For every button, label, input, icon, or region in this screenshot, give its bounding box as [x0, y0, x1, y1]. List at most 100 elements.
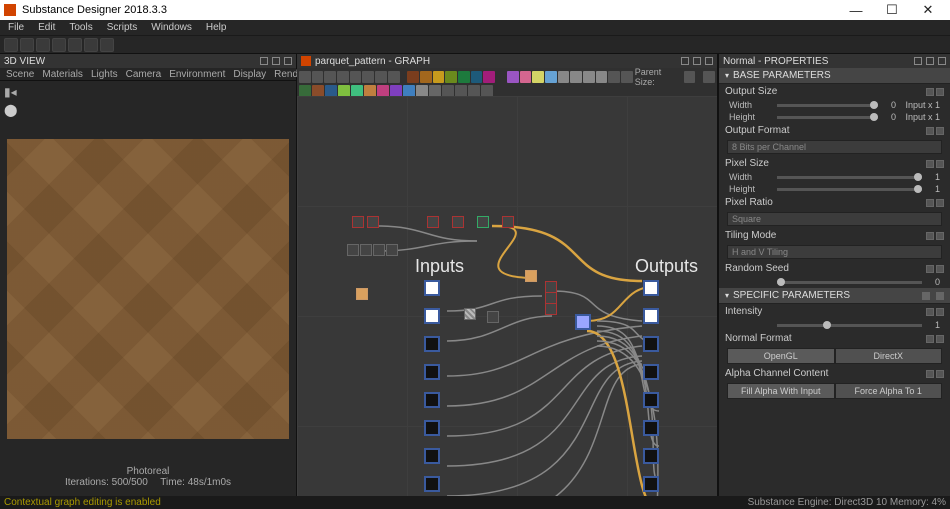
graph-node-input[interactable] [424, 448, 440, 464]
section-base-params[interactable]: ▾ BASE PARAMETERS [719, 68, 950, 84]
menu-edit[interactable]: Edit [32, 22, 61, 33]
graph-node[interactable] [373, 244, 385, 256]
atomic-node-icon[interactable] [377, 85, 389, 97]
reset-icon[interactable] [926, 127, 934, 135]
reset-icon[interactable] [926, 265, 934, 273]
graph-tool-icon[interactable] [337, 71, 349, 83]
close-button[interactable]: ✕ [910, 2, 946, 18]
graph-tool-icon[interactable] [471, 71, 483, 83]
graph-node-input[interactable] [424, 476, 440, 492]
atomic-node-icon[interactable] [429, 85, 441, 97]
graph-node-input[interactable] [424, 420, 440, 436]
view3d-environment[interactable]: Environment [165, 69, 229, 80]
atomic-node-icon[interactable] [390, 85, 402, 97]
pxw-slider[interactable] [777, 176, 922, 179]
graph-node[interactable] [427, 216, 439, 228]
graph-node[interactable] [352, 216, 364, 228]
graph-tool-icon[interactable] [299, 71, 311, 83]
normalformat-directx-button[interactable]: DirectX [835, 348, 943, 364]
view3d-lights[interactable]: Lights [87, 69, 122, 80]
graph-tool-icon[interactable] [520, 71, 532, 83]
section-icon[interactable] [922, 292, 930, 300]
width-slider[interactable] [777, 104, 878, 107]
graph-tool-icon[interactable] [545, 71, 557, 83]
graph-tool-icon[interactable] [532, 71, 544, 83]
toolbar-icon[interactable] [4, 38, 18, 52]
graph-canvas[interactable]: Inputs Outputs [297, 96, 717, 496]
graph-tool-icon[interactable] [375, 71, 387, 83]
graph-tool-icon[interactable] [388, 71, 400, 83]
menu-tools[interactable]: Tools [63, 22, 98, 33]
close-panel-icon[interactable] [284, 57, 292, 65]
menu-file[interactable]: File [2, 22, 30, 33]
graph-node[interactable] [545, 303, 557, 315]
menu-windows[interactable]: Windows [145, 22, 198, 33]
toolbar-icon[interactable] [84, 38, 98, 52]
atomic-node-icon[interactable] [312, 85, 324, 97]
atomic-node-icon[interactable] [403, 85, 415, 97]
atomic-node-icon[interactable] [338, 85, 350, 97]
view3d-materials[interactable]: Materials [38, 69, 87, 80]
seed-slider[interactable] [777, 281, 922, 284]
graph-node-output[interactable] [643, 420, 659, 436]
graph-tool-icon[interactable] [570, 71, 582, 83]
link-icon[interactable] [936, 88, 944, 96]
graph-node-output[interactable] [643, 364, 659, 380]
link-icon[interactable] [936, 127, 944, 135]
tiling-combo[interactable]: H and V Tiling [727, 245, 942, 259]
panel-header-3dview[interactable]: 3D VIEW [0, 54, 296, 68]
pxh-slider[interactable] [777, 188, 922, 191]
graph-node-output[interactable] [643, 280, 659, 296]
toolbar-icon[interactable] [100, 38, 114, 52]
reset-icon[interactable] [926, 370, 934, 378]
atomic-node-icon[interactable] [299, 85, 311, 97]
link-icon[interactable] [703, 71, 715, 83]
view3d-viewport[interactable]: ▮◂ ⬤ Photoreal Iterations: 500/500 Time:… [0, 81, 296, 496]
graph-tool-icon[interactable] [458, 71, 470, 83]
link-icon[interactable] [936, 160, 944, 168]
graph-node[interactable] [347, 244, 359, 256]
graph-node[interactable] [452, 216, 464, 228]
menu-help[interactable]: Help [200, 22, 233, 33]
graph-tool-icon[interactable] [621, 71, 633, 83]
atomic-node-icon[interactable] [455, 85, 467, 97]
graph-node[interactable] [464, 308, 476, 320]
graph-node-output[interactable] [643, 308, 659, 324]
graph-node-output[interactable] [643, 392, 659, 408]
graph-node-input[interactable] [424, 280, 440, 296]
reset-icon[interactable] [926, 232, 934, 240]
camera-icon[interactable]: ▮◂ [4, 85, 17, 99]
view3d-scene[interactable]: Scene [2, 69, 38, 80]
atomic-node-icon[interactable] [325, 85, 337, 97]
graph-node[interactable] [477, 216, 489, 228]
output-format-combo[interactable]: 8 Bits per Channel [727, 140, 942, 154]
graph-node-input[interactable] [424, 364, 440, 380]
link-icon[interactable] [936, 265, 944, 273]
height-slider[interactable] [777, 116, 878, 119]
graph-tool-icon[interactable] [596, 71, 608, 83]
link-icon[interactable] [936, 335, 944, 343]
atomic-node-icon[interactable] [351, 85, 363, 97]
graph-tool-icon[interactable] [583, 71, 595, 83]
graph-node[interactable] [575, 314, 591, 330]
graph-node[interactable] [525, 270, 537, 282]
graph-node-input[interactable] [424, 336, 440, 352]
section-icon[interactable] [936, 292, 944, 300]
graph-tool-icon[interactable] [433, 71, 445, 83]
graph-node[interactable] [487, 311, 499, 323]
graph-node[interactable] [386, 244, 398, 256]
alpha-force-button[interactable]: Force Alpha To 1 [835, 383, 943, 399]
graph-tool-icon[interactable] [483, 71, 495, 83]
menu-scripts[interactable]: Scripts [101, 22, 144, 33]
graph-node-input[interactable] [424, 392, 440, 408]
view3d-display[interactable]: Display [229, 69, 270, 80]
toolbar-icon[interactable] [20, 38, 34, 52]
graph-tool-icon[interactable] [362, 71, 374, 83]
graph-node-output[interactable] [643, 476, 659, 492]
graph-tool-icon[interactable] [608, 71, 620, 83]
reset-icon[interactable] [926, 308, 934, 316]
graph-node-output[interactable] [643, 336, 659, 352]
reset-icon[interactable] [926, 199, 934, 207]
atomic-node-icon[interactable] [416, 85, 428, 97]
graph-node[interactable] [356, 288, 368, 300]
